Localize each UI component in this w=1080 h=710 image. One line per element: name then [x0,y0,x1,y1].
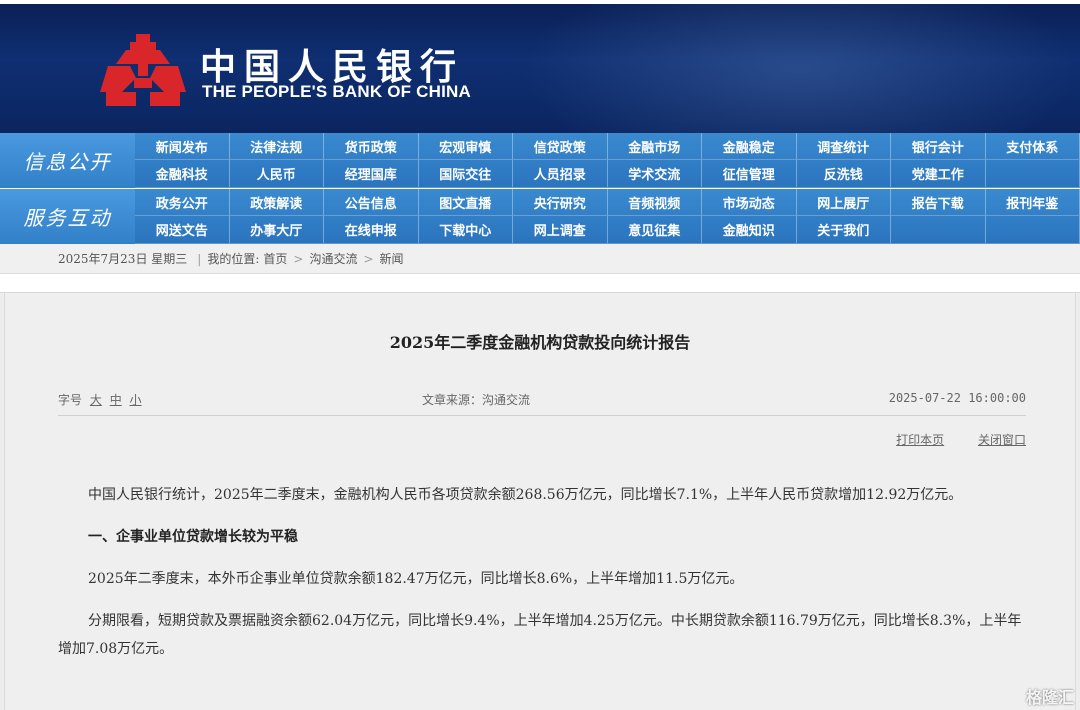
nav-item[interactable]: 网送文告 [135,216,230,244]
chevron-right-icon: > [293,251,304,266]
nav-item[interactable]: 支付体系 [985,133,1080,160]
nav-item[interactable]: 在线申报 [324,216,419,244]
nav-item[interactable]: 调查统计 [796,133,891,160]
meta-divider [58,415,1026,416]
nav-item[interactable]: 金融稳定 [702,133,797,160]
watermark-logo: 格隆汇 [1025,690,1074,707]
article-datetime: 2025-07-22 16:00:00 [888,391,1026,405]
breadcrumb-level1-link[interactable]: 沟通交流 [309,250,357,267]
nav-item[interactable]: 网上调查 [513,216,608,244]
nav-info-disclosure: 信息公开 新闻发布 法律法规 货币政策 宏观审慎 信贷政策 金融市场 金融稳定 … [0,133,1080,188]
pboc-logo-icon [100,34,186,106]
nav-item[interactable]: 信贷政策 [513,133,608,160]
nav-item[interactable]: 意见征集 [607,216,702,244]
nav-item[interactable]: 办事大厅 [229,216,324,244]
article-section-heading: 一、企事业单位贷款增长较为平稳 [88,529,298,545]
article-source: 文章来源：沟通交流 [422,393,531,407]
nav-item[interactable]: 关于我们 [796,216,891,244]
nav-item[interactable]: 政务公开 [135,189,230,216]
nav-item[interactable]: 音频视频 [607,189,702,216]
article-paragraph: 分期限看，短期贷款及票据融资余额62.04万亿元，同比增长9.4%，上半年增加4… [58,613,1022,657]
article-paragraph: 中国人民银行统计，2025年二季度末，金融机构人民币各项贷款余额268.56万亿… [88,487,963,503]
location-label: 我的位置: [207,252,260,266]
article-panel: 2025年二季度金融机构贷款投向统计报告 字号 大 中 小 文章来源：沟通交流 … [0,292,1080,710]
nav-grid-1: 新闻发布 法律法规 货币政策 宏观审慎 信贷政策 金融市场 金融稳定 调查统计 … [135,133,1080,188]
nav-grid-2: 政务公开 政策解读 公告信息 图文直播 央行研究 音频视频 市场动态 网上展厅 … [135,189,1080,244]
article-paragraph: 2025年二季度末，本外币企事业单位贷款余额182.47万亿元，同比增长8.6%… [88,571,744,587]
nav-item[interactable]: 公告信息 [324,189,419,216]
nav-item[interactable]: 法律法规 [229,133,324,160]
header-banner: 中国人民银行 THE PEOPLE'S BANK OF CHINA [0,0,1080,133]
nav-item[interactable]: 网上展厅 [796,189,891,216]
nav-item[interactable]: 银行会计 [891,133,986,160]
nav-item[interactable]: 下载中心 [418,216,513,244]
nav-item[interactable]: 央行研究 [513,189,608,216]
nav-item[interactable]: 图文直播 [418,189,513,216]
nav-item[interactable]: 新闻发布 [135,133,230,160]
breadcrumb-home-link[interactable]: 首页 [263,250,287,267]
nav-item[interactable]: 反洗钱 [796,160,891,188]
nav-item[interactable]: 人民币 [229,160,324,188]
nav-service-interaction: 服务互动 政务公开 政策解读 公告信息 图文直播 央行研究 音频视频 市场动态 … [0,189,1080,244]
nav-item[interactable]: 政策解读 [229,189,324,216]
breadcrumb-divider: | [197,251,202,266]
banner-top-strip [0,0,1080,4]
nav-item[interactable]: 报告下载 [891,189,986,216]
nav-item[interactable]: 市场动态 [702,189,797,216]
article-meta: 字号 大 中 小 文章来源：沟通交流 2025-07-22 16:00:00 [58,391,1026,413]
font-size-label: 字号 [58,393,83,407]
nav-item[interactable]: 党建工作 [891,160,986,188]
chevron-right-icon: > [363,251,374,266]
nav-section-title-info: 信息公开 [0,133,135,188]
nav-item[interactable]: 宏观审慎 [418,133,513,160]
nav-item[interactable]: 金融知识 [702,216,797,244]
nav-section-title-service: 服务互动 [0,189,135,244]
banner-glow [520,0,1080,133]
nav-item[interactable]: 金融科技 [135,160,230,188]
breadcrumb-level2-link[interactable]: 新闻 [380,250,404,267]
font-small-link[interactable]: 小 [130,393,142,407]
nav-item[interactable]: 经理国库 [324,160,419,188]
article-body: 中国人民银行统计，2025年二季度末，金融机构人民币各项贷款余额268.56万亿… [58,481,1026,677]
nav-item[interactable]: 人员招录 [513,160,608,188]
breadcrumb: 2025年7月23日 星期三 | 我的位置: 首页 > 沟通交流 > 新闻 [0,244,1080,274]
font-size-controls: 字号 大 中 小 [58,391,142,408]
print-page-link[interactable]: 打印本页 [896,433,944,447]
nav-item-empty [891,216,986,244]
nav-item[interactable]: 国际交往 [418,160,513,188]
nav-item-empty [985,160,1080,188]
nav-item[interactable]: 征信管理 [702,160,797,188]
nav-item[interactable]: 学术交流 [607,160,702,188]
font-medium-link[interactable]: 中 [110,393,122,407]
font-large-link[interactable]: 大 [90,393,102,407]
nav-item[interactable]: 金融市场 [607,133,702,160]
nav-item[interactable]: 报刊年鉴 [985,189,1080,216]
bank-english-name: THE PEOPLE'S BANK OF CHINA [202,82,471,101]
article-title: 2025年二季度金融机构贷款投向统计报告 [389,333,691,352]
close-window-link[interactable]: 关闭窗口 [978,433,1026,447]
current-date: 2025年7月23日 星期三 [58,252,188,266]
nav-item-empty [985,216,1080,244]
article-tools: 打印本页 关闭窗口 [866,431,1026,448]
nav-item[interactable]: 货币政策 [324,133,419,160]
